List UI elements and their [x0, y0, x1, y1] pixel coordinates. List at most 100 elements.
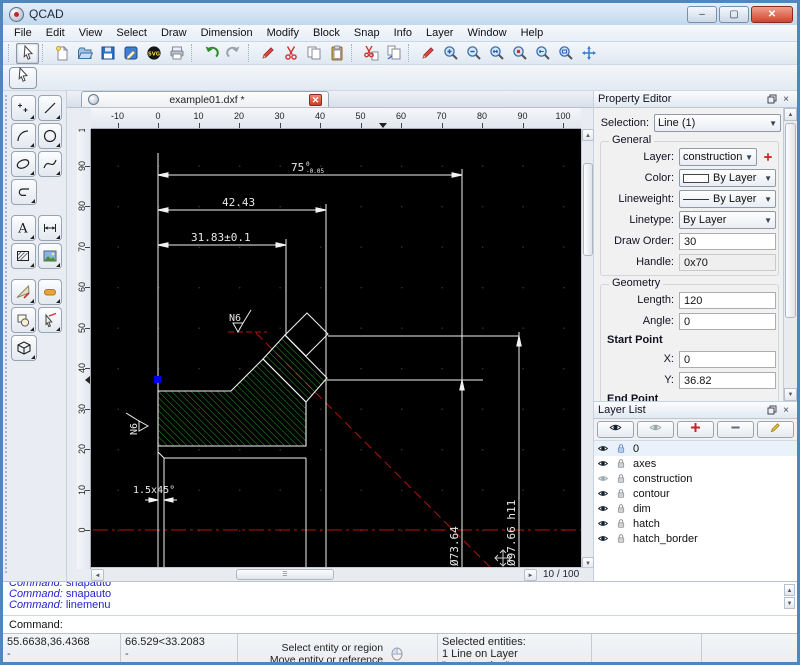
hide-all-layers-button[interactable]	[637, 421, 674, 438]
text-tool-button[interactable]: A	[11, 215, 36, 241]
edit-pencil-red-button[interactable]	[416, 43, 439, 64]
lock-icon[interactable]	[615, 488, 630, 500]
copy-button[interactable]	[302, 43, 325, 64]
layer-row-axes[interactable]: axes	[594, 456, 797, 471]
eye-icon[interactable]	[597, 488, 612, 500]
modify-tool-button[interactable]	[38, 279, 63, 305]
horizontal-scroll-thumb[interactable]: ☰	[236, 569, 334, 580]
close-panel-icon[interactable]: ×	[779, 93, 793, 106]
menu-select[interactable]: Select	[109, 26, 154, 40]
solid-tool-button[interactable]	[11, 335, 37, 361]
eye-off-icon[interactable]	[597, 473, 612, 485]
select-tool-button[interactable]	[38, 307, 63, 333]
print-button[interactable]	[165, 43, 188, 64]
angle-field[interactable]: 0	[679, 313, 776, 330]
resize-grip[interactable]	[779, 658, 793, 665]
start-y-field[interactable]: 36.82	[679, 372, 776, 389]
scroll-up-icon[interactable]: ▲	[784, 108, 797, 121]
remove-layer-button[interactable]	[717, 421, 754, 438]
scroll-down-icon[interactable]: ▼	[784, 597, 795, 609]
scroll-up-icon[interactable]: ▲	[582, 129, 594, 141]
scroll-up-icon[interactable]: ▲	[784, 584, 795, 596]
cut-reference-button[interactable]	[359, 43, 382, 64]
menu-help[interactable]: Help	[514, 26, 551, 40]
zoom-out-button[interactable]	[462, 43, 485, 64]
selection-reference-point[interactable]	[154, 376, 161, 383]
float-panel-icon[interactable]	[765, 93, 779, 106]
lock-icon[interactable]	[615, 503, 630, 515]
menu-view[interactable]: View	[72, 26, 110, 40]
layer-combo[interactable]: construction▼	[679, 148, 757, 166]
lock-icon[interactable]	[615, 458, 630, 470]
zoom-in-button[interactable]	[439, 43, 462, 64]
draw-pencil-button[interactable]	[256, 43, 279, 64]
selection-combo[interactable]: Line (1)▼	[654, 114, 781, 132]
lock-icon[interactable]	[615, 533, 630, 545]
selection-tool-button[interactable]	[9, 67, 37, 89]
measure-tool-button[interactable]	[11, 279, 36, 305]
undo-button[interactable]	[199, 43, 222, 64]
lineweight-combo[interactable]: By Layer▼	[679, 190, 776, 208]
menu-snap[interactable]: Snap	[347, 26, 387, 40]
save-file-button[interactable]	[96, 43, 119, 64]
ellipse-tool-button[interactable]	[11, 151, 36, 177]
eye-icon[interactable]	[597, 443, 612, 455]
lock-icon[interactable]	[615, 473, 630, 485]
menu-edit[interactable]: Edit	[39, 26, 72, 40]
layer-row-contour[interactable]: contour	[594, 486, 797, 501]
spline-tool-button[interactable]	[38, 151, 63, 177]
command-input[interactable]	[69, 618, 797, 632]
menu-dimension[interactable]: Dimension	[194, 26, 260, 40]
line-tool-button[interactable]	[38, 95, 63, 121]
new-file-button[interactable]	[50, 43, 73, 64]
svg-export-button[interactable]: SVG	[142, 43, 165, 64]
title-bar[interactable]: QCAD – ▢ ✕	[3, 3, 797, 25]
document-tab[interactable]: example01.dxf * ✕	[81, 91, 329, 107]
layer-row-dim[interactable]: dim	[594, 501, 797, 516]
image-tool-button[interactable]	[38, 243, 63, 269]
menu-draw[interactable]: Draw	[154, 26, 194, 40]
menu-layer[interactable]: Layer	[419, 26, 461, 40]
length-field[interactable]: 120	[679, 292, 776, 309]
linetype-combo[interactable]: By Layer▼	[679, 211, 776, 229]
circle-tool-button[interactable]	[38, 123, 63, 149]
property-editor-titlebar[interactable]: Property Editor ×	[594, 91, 797, 108]
add-layer-button[interactable]	[677, 421, 714, 438]
copy-reference-button[interactable]	[382, 43, 405, 64]
zoom-previous-button[interactable]	[531, 43, 554, 64]
property-scroll-thumb[interactable]	[785, 123, 796, 318]
polyline-tool-button[interactable]	[11, 179, 37, 205]
start-x-field[interactable]: 0	[679, 351, 776, 368]
property-scrollbar[interactable]: ▲ ▼	[783, 108, 797, 401]
save-as-button[interactable]	[119, 43, 142, 64]
menu-block[interactable]: Block	[306, 26, 347, 40]
draw-order-field[interactable]: 30	[679, 233, 776, 250]
menu-file[interactable]: File	[7, 26, 39, 40]
vertical-scroll-thumb[interactable]	[583, 163, 593, 256]
scroll-right-icon[interactable]: ►	[524, 569, 537, 581]
lock-icon[interactable]	[615, 518, 630, 530]
maximize-button[interactable]: ▢	[719, 6, 749, 23]
cut-button[interactable]	[279, 43, 302, 64]
dimension-tool-button[interactable]	[38, 215, 63, 241]
menu-info[interactable]: Info	[387, 26, 419, 40]
zoom-redraw-button[interactable]	[508, 43, 531, 64]
selection-arrow-button[interactable]	[16, 43, 39, 64]
zoom-window-button[interactable]	[554, 43, 577, 64]
close-panel-icon[interactable]: ×	[779, 404, 793, 417]
minimize-button[interactable]: –	[687, 6, 717, 23]
eye-icon[interactable]	[597, 458, 612, 470]
paste-button[interactable]	[325, 43, 348, 64]
lock-icon[interactable]	[615, 443, 630, 455]
color-combo[interactable]: By Layer▼	[679, 169, 776, 187]
point-tool-button[interactable]	[11, 95, 36, 121]
eye-icon[interactable]	[597, 533, 612, 545]
zoom-auto-button[interactable]	[485, 43, 508, 64]
drawing-canvas[interactable]: 75 0 -0.05 42.43 31.83±0.1 1.5x45° Ø73.6…	[91, 129, 581, 569]
menu-modify[interactable]: Modify	[260, 26, 306, 40]
redo-button[interactable]	[222, 43, 245, 64]
show-all-layers-button[interactable]	[597, 421, 634, 438]
arc-tool-button[interactable]	[11, 123, 36, 149]
close-button[interactable]: ✕	[751, 6, 793, 23]
layer-row-hatch[interactable]: hatch	[594, 516, 797, 531]
